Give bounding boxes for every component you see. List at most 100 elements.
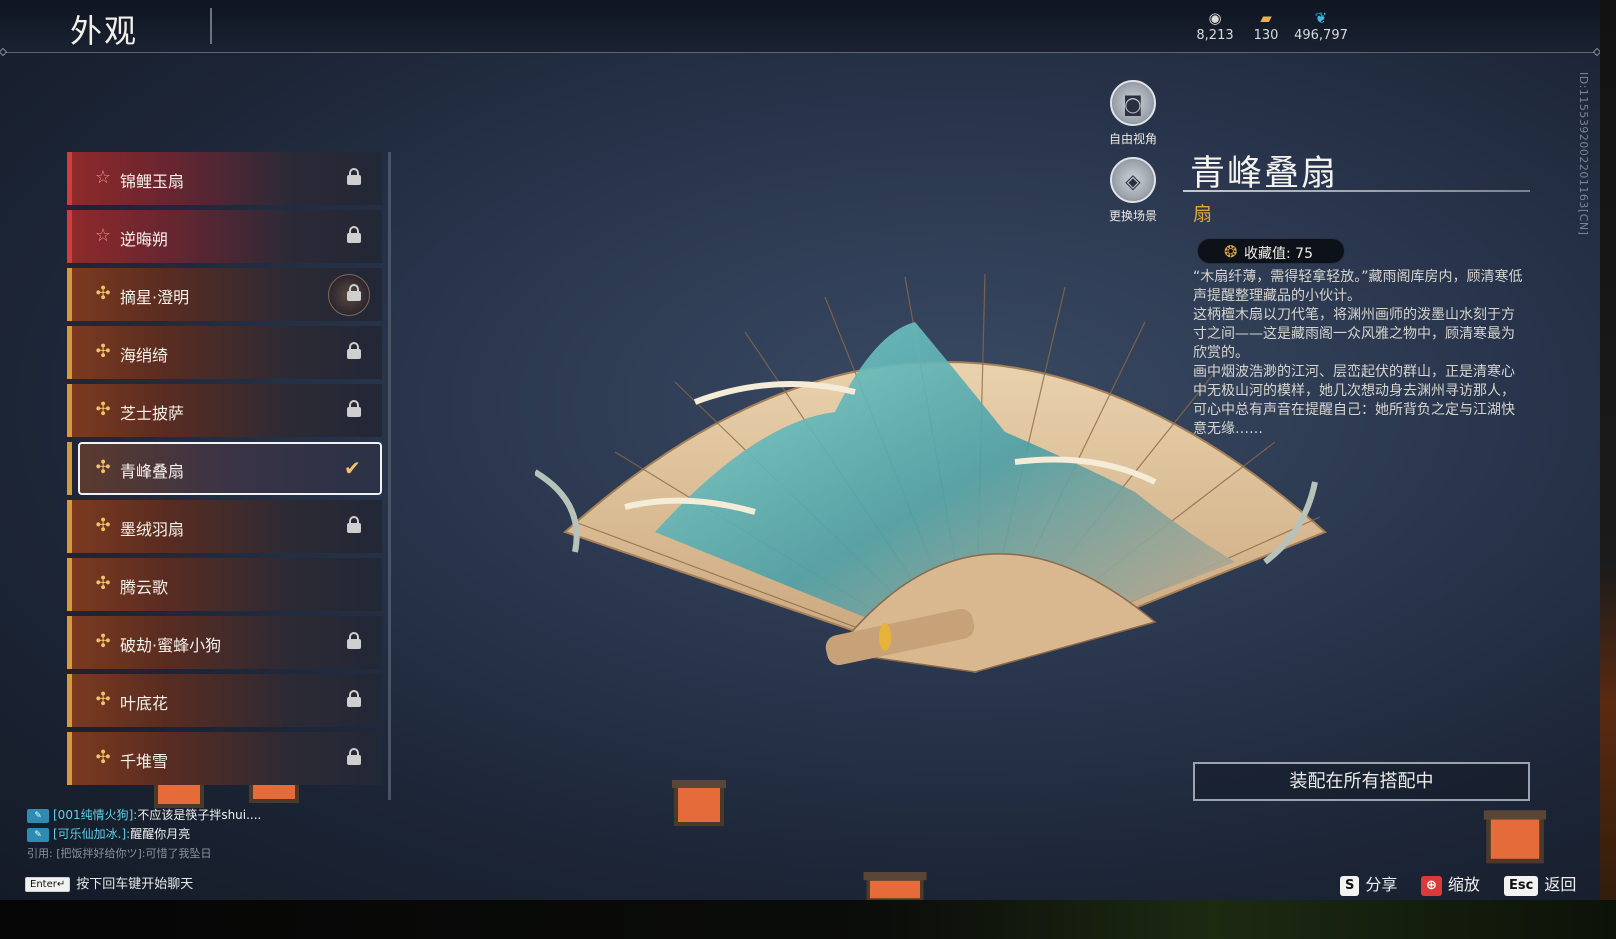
list-item[interactable]: ✣ 腾云歌	[67, 558, 382, 611]
flower-icon: ✣	[95, 689, 111, 710]
list-item[interactable]: ✣ 墨绒羽扇	[67, 500, 382, 553]
scene-background: 外观 ◉ 8,213 ▰ 130 ❦ 496,797 ID:1155392002…	[0, 0, 1600, 900]
lock-icon	[347, 690, 361, 708]
back-label: 返回	[1544, 875, 1577, 894]
flower-icon: ✣	[95, 341, 111, 362]
channel-icon: ✎	[27, 808, 49, 823]
cube-icon: ◈	[1125, 169, 1141, 193]
flower-icon: ✣	[95, 283, 111, 304]
chat-sender[interactable]: [001纯情火狗]:	[53, 808, 137, 822]
zoom-hotkey[interactable]: ⊕ 缩放	[1421, 871, 1480, 896]
channel-icon: ✎	[27, 827, 49, 842]
flower-icon: ✣	[95, 399, 111, 420]
lock-icon	[347, 168, 361, 186]
share-hotkey[interactable]: S 分享	[1340, 871, 1398, 896]
star-icon: ☆	[94, 167, 112, 188]
flower-icon: ✣	[95, 747, 111, 768]
list-item[interactable]: ☆ 逆晦朔	[67, 210, 382, 263]
list-item[interactable]: ✣ 海绡绮	[67, 326, 382, 379]
chat-quote: 引用: [把饭拌好给你ツ]:可惜了我坠日	[27, 847, 212, 860]
window-edge	[1600, 0, 1616, 939]
currency-value: 496,797	[1294, 28, 1348, 43]
bar-ornament	[1592, 47, 1600, 57]
list-item[interactable]: ☆ 锦鲤玉扇	[67, 152, 382, 205]
currency-value: 130	[1253, 28, 1279, 43]
list-item-selected[interactable]: ✣ 青峰叠扇 ✔	[67, 442, 382, 495]
chat-message: ✎ [001纯情火狗]:不应该是筷子拌shui....	[27, 806, 317, 825]
feather-icon: ❦	[1314, 9, 1328, 27]
item-title: 青峰叠扇	[1190, 154, 1339, 194]
chat-sender[interactable]: [可乐仙加冰.]:	[53, 827, 130, 841]
share-label: 分享	[1365, 875, 1398, 894]
camera-icon: ◙	[1123, 92, 1143, 116]
lock-icon	[347, 516, 361, 534]
star-icon: ☆	[94, 225, 112, 246]
description-paragraph: “木扇纤薄，需得轻拿轻放。”藏雨阁库房内，顾清寒低声提醒整理藏品的小伙计。	[1193, 269, 1523, 304]
item-type: 扇	[1193, 203, 1213, 225]
change-scene-label: 更换场景	[1108, 209, 1157, 223]
item-description: “木扇纤薄，需得轻拿轻放。”藏雨阁库房内，顾清寒低声提醒整理藏品的小伙计。 这柄…	[1193, 268, 1523, 439]
item-label: 芝士披萨	[120, 404, 185, 423]
check-icon: ✔	[344, 456, 361, 480]
list-scrollbar[interactable]	[388, 152, 391, 800]
item-label: 腾云歌	[120, 578, 169, 597]
currency-feather: ❦ 496,797	[1286, 8, 1356, 43]
lock-icon	[347, 748, 361, 766]
zoom-key: ⊕	[1421, 875, 1442, 896]
description-paragraph: 画中烟波浩渺的江河、层峦起伏的群山，正是清寒心中无极山河的模样，她几次想动身去渊…	[1193, 364, 1515, 437]
list-item[interactable]: ✣ 摘星·澄明	[67, 268, 382, 321]
collect-value-badge: ❂ 收藏值: 75	[1197, 238, 1345, 264]
flower-icon: ✣	[95, 457, 111, 478]
server-id: ID:1155392002201163[CN]	[1577, 72, 1590, 236]
lantern-icon	[863, 872, 927, 900]
lantern-icon	[672, 780, 726, 826]
lantern-icon	[1483, 810, 1547, 864]
list-item[interactable]: ✣ 破劫·蜜蜂小狗	[67, 616, 382, 669]
collect-value: 收藏值: 75	[1244, 246, 1313, 262]
item-label: 青峰叠扇	[120, 462, 185, 481]
appearance-list[interactable]: ☆ 锦鲤玉扇 ☆ 逆晦朔 ✣ 摘星·澄明 ✣ 海绡绮 ✣ 芝士披萨 ✣ 青峰叠扇…	[67, 152, 387, 800]
item-label: 千堆雪	[120, 752, 169, 771]
bar-ornament	[0, 47, 8, 57]
title-underline	[1183, 190, 1530, 192]
item-label: 逆晦朔	[120, 230, 169, 249]
item-label: 叶底花	[120, 694, 169, 713]
top-bar: 外观 ◉ 8,213 ▰ 130 ❦ 496,797	[0, 0, 1600, 57]
share-key: S	[1340, 875, 1360, 896]
chat-message: ✎ [可乐仙加冰.]:醒醒你月亮	[27, 825, 317, 844]
flower-icon: ✣	[95, 515, 111, 536]
lock-icon	[347, 226, 361, 244]
chat-input-hint[interactable]: Enter↵ 按下回车键开始聊天	[25, 873, 193, 892]
list-item[interactable]: ✣ 芝士披萨	[67, 384, 382, 437]
lock-icon	[347, 632, 361, 650]
collection-icon: ❂	[1224, 242, 1238, 261]
page-title: 外观	[70, 12, 139, 50]
list-item[interactable]: ✣ 千堆雪	[67, 732, 382, 785]
title-divider	[210, 8, 212, 44]
window-edge	[0, 900, 1616, 939]
item-label: 墨绒羽扇	[120, 520, 185, 539]
list-item[interactable]: ✣ 叶底花	[67, 674, 382, 727]
item-label: 锦鲤玉扇	[120, 172, 185, 191]
flower-icon: ✣	[95, 573, 111, 594]
item-label: 破劫·蜜蜂小狗	[120, 636, 222, 655]
lock-icon	[347, 342, 361, 360]
free-view-label: 自由视角	[1108, 132, 1157, 146]
free-view-button[interactable]: ◙	[1110, 80, 1156, 126]
chat-hint-text: 按下回车键开始聊天	[76, 877, 194, 892]
esc-key: Esc	[1504, 875, 1539, 896]
item-label: 海绡绮	[120, 346, 169, 365]
lock-icon	[347, 284, 361, 302]
enter-key-icon: Enter↵	[25, 877, 71, 892]
lock-icon	[347, 400, 361, 418]
chat-text: 醒醒你月亮	[130, 827, 191, 841]
chat-panel[interactable]: ✎ [001纯情火狗]:不应该是筷子拌shui.... ✎ [可乐仙加冰.]:醒醒你…	[27, 806, 317, 863]
flower-icon: ✣	[95, 631, 111, 652]
back-hotkey[interactable]: Esc 返回	[1504, 871, 1577, 896]
zoom-label: 缩放	[1447, 875, 1480, 894]
description-paragraph: 这柄檀木扇以刀代笔，将渊州画师的泼墨山水刻于方寸之间——这是藏雨阁一众风雅之物中…	[1193, 307, 1515, 361]
change-scene-button[interactable]: ◈	[1110, 157, 1156, 203]
currency-value: 8,213	[1196, 28, 1234, 43]
chat-text: 不应该是筷子拌shui....	[137, 808, 262, 822]
equip-all-button[interactable]: 装配在所有搭配中	[1193, 762, 1530, 801]
